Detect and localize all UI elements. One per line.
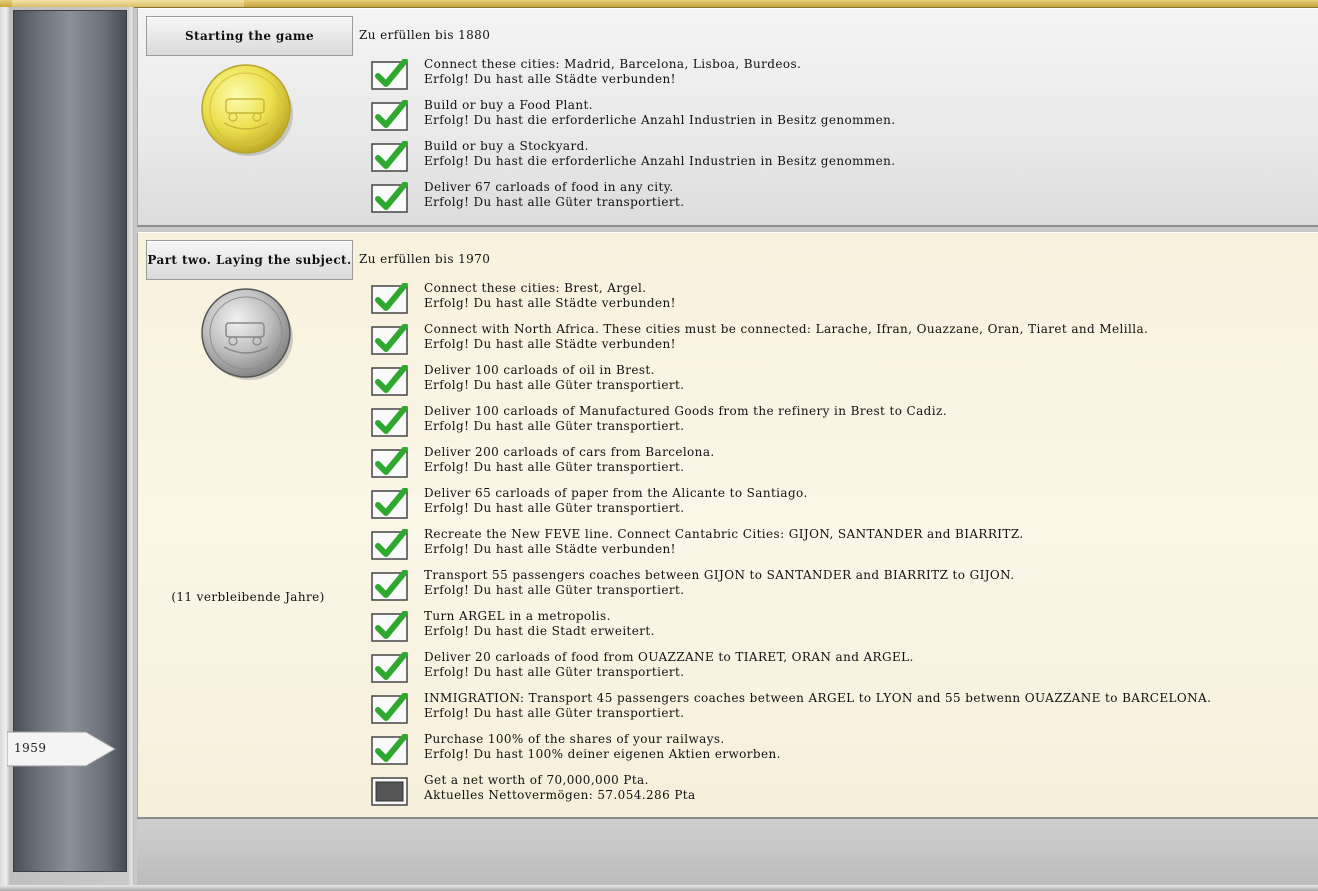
objective-status: Erfolg! Du hast 100% deiner eigenen Akti… <box>424 747 781 761</box>
phase-title-button[interactable]: Part two. Laying the subject. <box>146 240 353 280</box>
years-remaining: (11 verbleibende Jahre) <box>171 590 325 604</box>
checkbox-checked-icon <box>371 447 408 478</box>
objective-text: Connect these cities: Madrid, Barcelona,… <box>424 57 802 71</box>
objective-status: Erfolg! Du hast alle Güter transportiert… <box>424 501 685 515</box>
objective-status: Erfolg! Du hast alle Güter transportiert… <box>424 583 685 597</box>
objective-row: Recreate the New FEVE line. Connect Cant… <box>371 527 1311 567</box>
objective-row: Purchase 100% of the shares of your rail… <box>371 732 1311 772</box>
checkbox-checked-icon <box>371 406 408 437</box>
objective-text: Deliver 200 carloads of cars from Barcel… <box>424 445 715 459</box>
objective-status: Erfolg! Du hast alle Güter transportiert… <box>424 378 685 392</box>
objective-status: Erfolg! Du hast alle Städte verbunden! <box>424 296 676 310</box>
objective-row: Transport 55 passengers coaches between … <box>371 568 1311 608</box>
checkbox-checked-icon <box>371 734 408 765</box>
objective-row: Deliver 200 carloads of cars from Barcel… <box>371 445 1311 485</box>
objective-status: Erfolg! Du hast die erforderliche Anzahl… <box>424 154 896 168</box>
objective-status: Erfolg! Du hast die erforderliche Anzahl… <box>424 113 896 127</box>
objective-row: Build or buy a Stockyard. Erfolg! Du has… <box>371 139 1311 179</box>
objective-row: Deliver 67 carloads of food in any city.… <box>371 180 1311 220</box>
bottom-area <box>137 820 1318 885</box>
objective-status: Erfolg! Du hast die Stadt erweitert. <box>424 624 655 638</box>
bottom-frame <box>0 885 1318 891</box>
objective-status: Erfolg! Du hast alle Städte verbunden! <box>424 542 676 556</box>
checkbox-checked-icon <box>371 693 408 724</box>
objective-status: Erfolg! Du hast alle Güter transportiert… <box>424 460 685 474</box>
objective-text: Build or buy a Food Plant. <box>424 98 593 112</box>
objective-status: Erfolg! Du hast alle Güter transportiert… <box>424 419 685 433</box>
phase-deadline: Zu erfüllen bis 1970 <box>359 252 491 266</box>
objective-text: Recreate the New FEVE line. Connect Cant… <box>424 527 1024 541</box>
objective-status: Erfolg! Du hast alle Güter transportiert… <box>424 195 685 209</box>
checkbox-checked-icon <box>371 529 408 560</box>
silver-medal-icon <box>200 287 295 382</box>
objective-status: Erfolg! Du hast alle Städte verbunden! <box>424 337 676 351</box>
year-marker[interactable]: 1959 <box>7 731 116 767</box>
objective-text: INMIGRATION: Transport 45 passengers coa… <box>424 691 1212 705</box>
checkbox-checked-icon <box>371 570 408 601</box>
objective-text: Purchase 100% of the shares of your rail… <box>424 732 725 746</box>
checkbox-checked-icon <box>371 324 408 355</box>
objective-text: Turn ARGEL in a metropolis. <box>424 609 611 623</box>
objective-status: Erfolg! Du hast alle Güter transportiert… <box>424 665 685 679</box>
objective-text: Connect with North Africa. These cities … <box>424 322 1149 336</box>
objective-row: Deliver 65 carloads of paper from the Al… <box>371 486 1311 526</box>
objective-text: Deliver 20 carloads of food from OUAZZAN… <box>424 650 914 664</box>
checkbox-checked-icon <box>371 59 408 90</box>
top-frame <box>0 0 1318 8</box>
objective-text: Deliver 100 carloads of Manufactured Goo… <box>424 404 947 418</box>
objective-row: Turn ARGEL in a metropolis. Erfolg! Du h… <box>371 609 1311 649</box>
phase-panel-2: Part two. Laying the subject. Zu erfülle… <box>137 232 1318 819</box>
phase-panel-1: Starting the game Zu erfüllen bis 1880 C… <box>137 8 1318 227</box>
objective-row: Deliver 100 carloads of oil in Brest. Er… <box>371 363 1311 403</box>
objective-text: Deliver 67 carloads of food in any city. <box>424 180 674 194</box>
checkbox-checked-icon <box>371 488 408 519</box>
checkbox-checked-icon <box>371 141 408 172</box>
objective-status: Erfolg! Du hast alle Güter transportiert… <box>424 706 685 720</box>
checkbox-checked-icon <box>371 182 408 213</box>
objective-row: Deliver 100 carloads of Manufactured Goo… <box>371 404 1311 444</box>
checkbox-checked-icon <box>371 652 408 683</box>
gold-medal-icon <box>200 63 295 158</box>
objective-text: Deliver 65 carloads of paper from the Al… <box>424 486 808 500</box>
objective-status: Aktuelles Nettovermögen: 57.054.286 Pta <box>424 788 696 802</box>
checkbox-empty-icon <box>371 777 408 806</box>
objective-row: INMIGRATION: Transport 45 passengers coa… <box>371 691 1311 731</box>
objective-row: Connect these cities: Brest, Argel. Erfo… <box>371 281 1311 321</box>
objective-row: Build or buy a Food Plant. Erfolg! Du ha… <box>371 98 1311 138</box>
objective-text: Deliver 100 carloads of oil in Brest. <box>424 363 655 377</box>
objective-text: Transport 55 passengers coaches between … <box>424 568 1015 582</box>
objective-row: Get a net worth of 70,000,000 Pta. Aktue… <box>371 773 1311 813</box>
current-year: 1959 <box>14 741 47 755</box>
checkbox-checked-icon <box>371 365 408 396</box>
checkbox-checked-icon <box>371 611 408 642</box>
objective-status: Erfolg! Du hast alle Städte verbunden! <box>424 72 676 86</box>
phase-deadline: Zu erfüllen bis 1880 <box>359 28 491 42</box>
objective-text: Connect these cities: Brest, Argel. <box>424 281 647 295</box>
objective-row: Deliver 20 carloads of food from OUAZZAN… <box>371 650 1311 690</box>
objective-row: Connect with North Africa. These cities … <box>371 322 1311 362</box>
checkbox-checked-icon <box>371 100 408 131</box>
objective-row: Connect these cities: Madrid, Barcelona,… <box>371 57 1311 97</box>
phase-title-button[interactable]: Starting the game <box>146 16 353 56</box>
checkbox-checked-icon <box>371 283 408 314</box>
top-tab <box>12 0 244 7</box>
objective-text: Get a net worth of 70,000,000 Pta. <box>424 773 649 787</box>
objective-text: Build or buy a Stockyard. <box>424 139 589 153</box>
